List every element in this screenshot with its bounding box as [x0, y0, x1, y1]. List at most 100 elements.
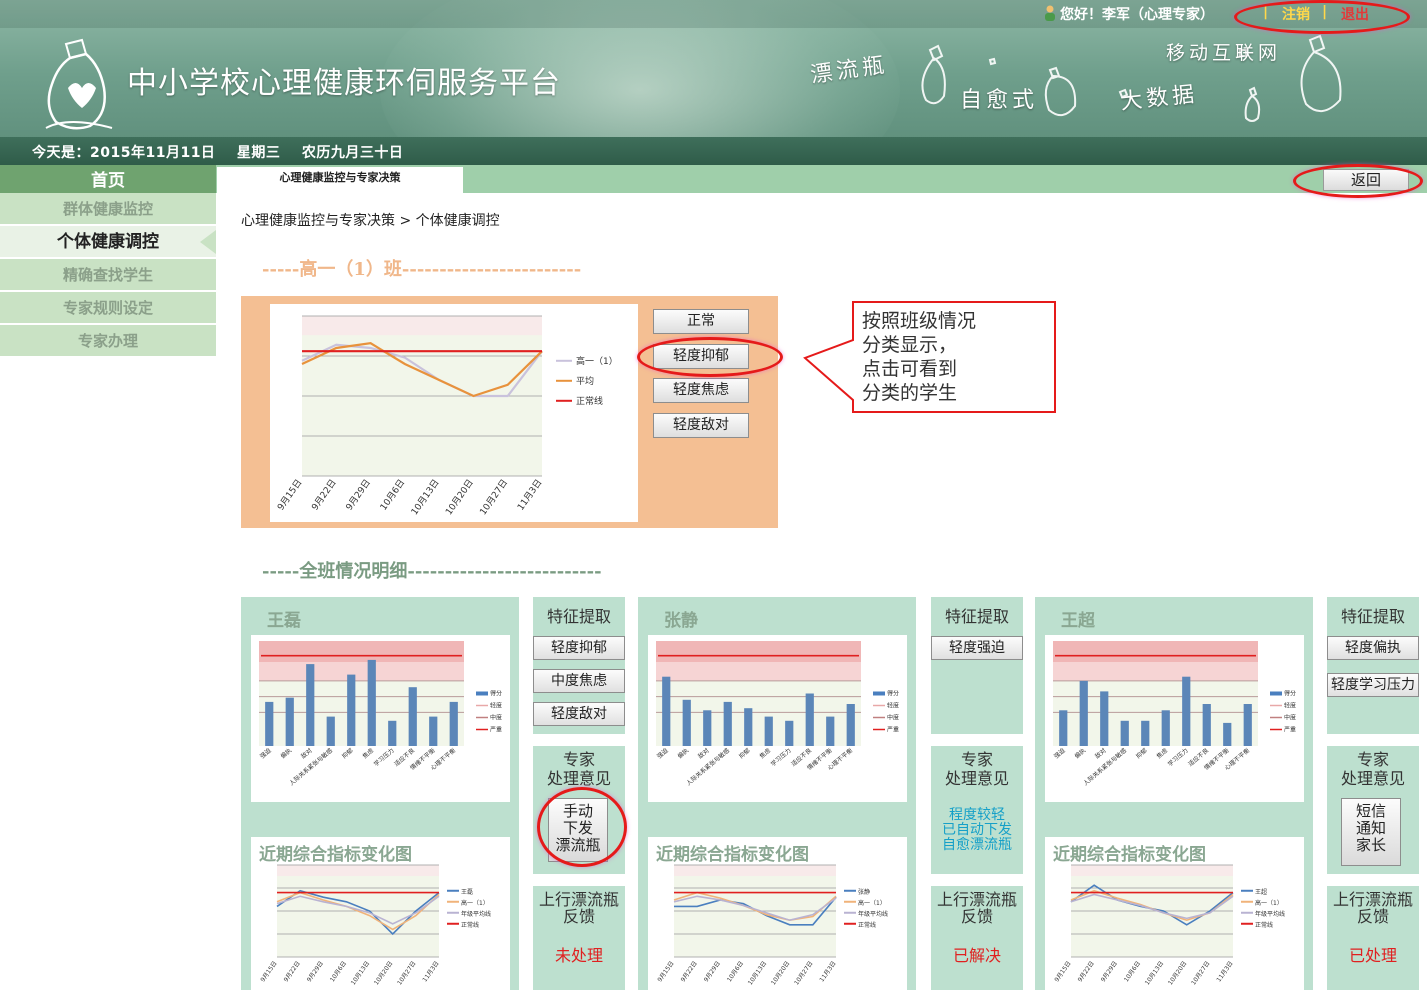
sidebar: 群体健康监控 个体健康调控 精确查找学生 专家规则设定 专家办理 [0, 193, 216, 358]
student-name[interactable]: 张静 [664, 606, 698, 631]
x-tick-label: 焦虑 [1155, 746, 1169, 760]
x-tick-label: 10月20日 [770, 960, 791, 986]
legend-label: 得分 [887, 690, 899, 698]
factor-bar-svg: 强迫 偏执 敌对人际关系紧张与敏感 抑郁 焦虑学习压力适应不良情绪不平衡心理不平衡得分轻… [1052, 641, 1296, 787]
x-tick-label: 11月3日 [421, 960, 440, 983]
bar [723, 701, 732, 746]
legend-label: 轻度 [887, 702, 899, 710]
legend-label: 轻度 [1284, 702, 1296, 710]
bar [347, 674, 356, 746]
bar [1141, 720, 1150, 746]
sidebar-item-expert-rules[interactable]: 专家规则设定 [0, 292, 216, 325]
student-card: 张静 强迫 偏执 敌对 人际关系紧张与敏感 抑郁 焦虑 学习压力 适应不良 情绪不平衡 心理不平衡… [638, 597, 916, 990]
x-tick-label: 强迫 [655, 746, 669, 760]
legend-label: 严重 [490, 726, 502, 734]
x-tick-label: 9月15日 [275, 477, 304, 512]
trend-chart: 9月15日 9月22日 9月29日 10月6日 10月13日 10月20日 10月27日 11… [648, 837, 907, 990]
x-tick-label: 敌对 [1093, 746, 1107, 760]
factor-bar-chart: 强迫 偏执 敌对 人际关系紧张与敏感 抑郁 焦虑 学习压力 适应不良 情绪不平衡 心理不平衡 得分轻… [1045, 635, 1304, 802]
x-tick-label: 抑郁 [737, 746, 751, 760]
class-trend-chart: 9月15日 9月22日 9月29日 10月6日 10月13日 10月20日 10月27日 11… [270, 304, 638, 522]
detail-section-title: -----全班情况明细-------------------------- [262, 561, 602, 582]
bar [429, 716, 438, 746]
sidebar-item-group-monitor[interactable]: 群体健康监控 [0, 193, 216, 226]
x-tick-label: 10月27日 [478, 477, 510, 517]
bar [1161, 710, 1170, 746]
opinion-note: 程度较轻 已自动下发 自愈漂流瓶 [942, 807, 1012, 853]
legend-label: 严重 [1284, 726, 1296, 734]
sidebar-item-expert-handling[interactable]: 专家办理 [0, 325, 216, 358]
category-normal-button[interactable]: 正常 [653, 309, 749, 334]
student-name[interactable]: 王磊 [267, 606, 301, 631]
x-tick-label: 9月22日 [310, 477, 339, 512]
bar [306, 664, 315, 746]
x-tick-label: 9月22日 [680, 960, 699, 983]
student-card: 王磊 强迫 偏执 敌对 人际关系紧张与敏感 抑郁 焦虑 学习压力 适应不良 情绪不平衡 心理不平衡… [241, 597, 519, 990]
notify-parents-button[interactable]: 短信 通知 家长 [1341, 798, 1401, 866]
trend-title: 近期综合指标变化图 [656, 845, 809, 865]
category-mild-anxiety-button[interactable]: 轻度焦虑 [653, 378, 749, 403]
feedback-panel: 上行漂流瓶 反馈 已解决 [931, 886, 1023, 990]
factor-bar-svg: 强迫 偏执 敌对人际关系紧张与敏感 抑郁 焦虑学习压力适应不良情绪不平衡心理不平衡得分轻… [655, 641, 899, 787]
logout-link[interactable]: 注销 [1282, 4, 1310, 24]
legend-label: 高一（1） [576, 355, 618, 367]
x-tick-label: 10月6日 [1123, 960, 1142, 983]
legend-label: 正常线 [576, 395, 603, 407]
x-tick-label: 11月3日 [515, 477, 544, 512]
feature-button[interactable]: 轻度抑郁 [533, 636, 625, 660]
x-tick-label: 强迫 [258, 746, 272, 760]
x-tick-label: 焦虑 [361, 746, 375, 760]
x-tick-label: 10月6日 [329, 960, 348, 983]
send-bottle-button[interactable]: 手动 下发 漂流瓶 [548, 798, 608, 862]
legend-label: 严重 [887, 726, 899, 734]
expert-opinion-panel: 专家 处理意见 程度较轻 已自动下发 自愈漂流瓶 [931, 746, 1023, 874]
trend-chart: 9月15日 9月22日 9月29日 10月6日 10月13日 10月20日 10月27日 11… [251, 837, 510, 990]
x-tick-label: 10月13日 [1144, 960, 1165, 986]
category-mild-depression-button[interactable]: 轻度抑郁 [653, 344, 749, 369]
student-name[interactable]: 王超 [1061, 606, 1095, 631]
legend-label: 正常线 [858, 921, 876, 929]
feature-button[interactable]: 中度焦虑 [533, 669, 625, 693]
legend-label: 张静 [858, 888, 870, 896]
legend-label: 高一（1） [858, 899, 886, 907]
feature-title: 特征提取 [546, 607, 611, 626]
sidebar-item-individual-control[interactable]: 个体健康调控 [0, 226, 216, 259]
legend-label: 王超 [1255, 888, 1267, 896]
feature-button[interactable]: 轻度学习压力 [1327, 673, 1419, 697]
severe-band [259, 641, 464, 662]
legend-label: 高一（1） [1255, 899, 1283, 907]
legend-label: 正常线 [461, 921, 479, 929]
back-button[interactable]: 返回 [1323, 169, 1409, 191]
bar [1182, 676, 1191, 746]
feedback-status: 未处理 [554, 946, 603, 965]
feature-button[interactable]: 轻度强迫 [931, 636, 1023, 660]
feature-button[interactable]: 轻度敌对 [533, 702, 625, 726]
bar [449, 701, 458, 746]
feedback-status: 已处理 [1348, 946, 1397, 965]
tab-monitor-decision[interactable]: 心理健康监控与专家决策 [217, 167, 463, 193]
feedback-panel: 上行漂流瓶 反馈 未处理 [533, 886, 625, 990]
x-tick-label: 9月15日 [259, 960, 278, 983]
feature-title: 特征提取 [944, 607, 1009, 626]
feedback-status: 已解决 [952, 946, 1001, 965]
factor-bar-chart: 强迫 偏执 敌对 人际关系紧张与敏感 抑郁 焦虑 学习压力 适应不良 情绪不平衡 心理不平衡 得分轻… [648, 635, 907, 802]
bar [1243, 704, 1252, 746]
nav-home[interactable]: 首页 [0, 165, 216, 193]
sidebar-item-find-student[interactable]: 精确查找学生 [0, 259, 216, 292]
feedback-title: 上行漂流瓶 反馈 [1332, 890, 1413, 926]
x-tick-label: 抑郁 [340, 746, 354, 760]
deco-word-yidonghulianwang: 移动互联网 [1166, 42, 1282, 64]
feature-button[interactable]: 轻度偏执 [1327, 636, 1419, 660]
x-tick-label: 10月27日 [396, 960, 417, 986]
legend-label: 王磊 [461, 889, 473, 896]
x-tick-label: 学习压力 [372, 746, 396, 768]
category-mild-hostility-button[interactable]: 轻度敌对 [653, 413, 749, 438]
x-tick-label: 9月29日 [1100, 960, 1119, 983]
bar [1079, 680, 1088, 746]
legend-label: 高一（1） [461, 899, 489, 907]
header-banner: 中小学校心理健康环伺服务平台 漂流瓶 自愈式 大数据 移动互联网 您好！李军（心… [0, 0, 1427, 165]
opinion-title: 专家 处理意见 [1340, 750, 1405, 788]
feature-panel: 特征提取 轻度偏执 轻度学习压力 [1327, 597, 1419, 734]
exit-link[interactable]: 退出 [1341, 4, 1369, 24]
x-tick-label: 9月22日 [1077, 960, 1096, 983]
